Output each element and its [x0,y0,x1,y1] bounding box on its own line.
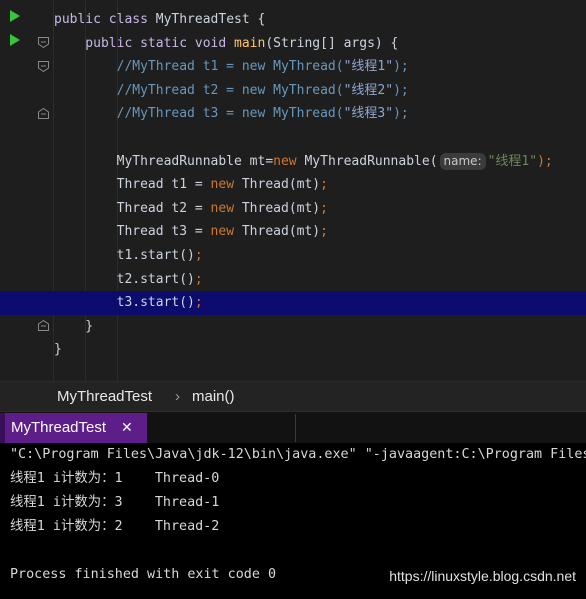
console-line: 线程1 i计数为：3 Thread-1 [10,495,220,510]
parameter-hint: name: [439,152,486,170]
run-tab[interactable]: MyThreadTest ✕ [0,413,147,443]
code-line[interactable]: Thread t1 = new Thread(mt); [0,173,586,197]
code-token: //MyThread t1 = new MyThread( [54,59,344,75]
code-token: new [210,200,242,216]
code-token: Thread t2 = [54,200,211,216]
code-token: new [210,177,242,193]
code-line[interactable]: Thread t3 = new Thread(mt); [0,220,586,244]
code-text: } [54,338,62,362]
code-line[interactable]: Thread t2 = new Thread(mt); [0,197,586,221]
console-line: 线程1 i计数为：1 Thread-0 [10,471,220,486]
code-text: public static void main(String[] args) { [54,32,398,56]
code-token: main [234,35,266,51]
code-token: "线程3" [343,106,394,122]
tab-accent [0,413,5,443]
run-tab-label: MyThreadTest [11,419,107,436]
code-token: //MyThread t2 = new MyThread( [54,82,344,98]
code-line[interactable]: //MyThread t1 = new MyThread("线程1"); [0,55,586,79]
code-token: ; [320,177,328,193]
code-line-current[interactable]: t3.start(); [0,291,586,316]
code-token: t1.start() [54,248,195,263]
code-token: } [54,318,94,334]
code-token: Thread(mt) [241,177,321,193]
code-line[interactable]: t2.start(); [0,268,586,292]
code-token: ; [194,248,203,263]
console-line: "C:\Program Files\Java\jdk-12\bin\java.e… [10,447,586,462]
code-token: "线程2" [343,82,394,98]
code-token: "线程1" [487,153,538,169]
code-token: ; [194,271,203,287]
code-line[interactable]: //MyThread t3 = new MyThread("线程3"); [0,102,586,126]
code-token: ); [537,153,553,169]
breadcrumb: MyThreadTest › main() [0,381,586,412]
code-text: public class MyThreadTest { [54,8,265,32]
code-token: Thread(mt) [241,200,321,216]
code-text: Thread t3 = new Thread(mt); [54,220,328,244]
console-line: 线程1 i计数为：2 Thread-2 [10,519,220,534]
code-token: new [273,153,305,169]
code-token: Thread t3 = [54,224,211,240]
code-text: //MyThread t1 = new MyThread("线程1"); [54,55,409,79]
code-token: public static void [54,35,235,51]
code-line[interactable]: //MyThread t2 = new MyThread("线程2"); [0,79,586,103]
code-token: ; [320,200,328,216]
breadcrumb-class[interactable]: MyThreadTest [57,382,152,412]
code-text: //MyThread t3 = new MyThread("线程3"); [54,102,409,126]
code-text: } [54,315,93,339]
code-token: new [210,224,242,240]
code-token: ); [393,59,409,75]
code-token: public class [54,12,156,27]
code-token: "线程1" [343,59,394,75]
code-token: MyThreadTest { [155,12,266,27]
code-line[interactable]: } [0,315,586,339]
console-line: Process finished with exit code 0 [10,567,277,582]
code-token: ); [393,82,409,98]
code-token: Thread t1 = [54,177,211,193]
code-token: } [54,342,62,358]
code-line[interactable]: MyThreadRunnable mt=new MyThreadRunnable… [0,150,586,174]
breadcrumb-separator: › [175,388,180,405]
code-line[interactable] [0,126,586,150]
code-text: MyThreadRunnable mt=new MyThreadRunnable… [54,150,553,174]
code-text: Thread t2 = new Thread(mt); [54,197,328,221]
code-token: MyThreadRunnable( [304,153,438,169]
tab-divider [295,414,296,442]
close-icon[interactable]: ✕ [121,413,133,443]
code-token: t3.start() [54,295,195,311]
code-token: MyThreadRunnable mt= [54,153,274,169]
code-token: (String[] args) { [265,35,399,51]
code-line[interactable]: public static void main(String[] args) { [0,32,586,56]
code-token: ; [194,295,203,311]
watermark: https://linuxstyle.blog.csdn.net [389,568,576,584]
code-text: t1.start(); [54,244,203,268]
code-text: Thread t1 = new Thread(mt); [54,173,328,197]
code-text: //MyThread t2 = new MyThread("线程2"); [54,79,409,103]
code-text: t3.start(); [54,291,203,315]
code-token: ; [320,224,328,240]
code-editor[interactable]: public class MyThreadTest { public stati… [0,0,586,381]
code-token: ); [393,106,409,122]
code-line[interactable]: } [0,338,586,362]
breadcrumb-method[interactable]: main() [192,382,235,412]
code-text: t2.start(); [54,268,203,292]
code-line[interactable]: t1.start(); [0,244,586,268]
code-token: //MyThread t3 = new MyThread( [54,106,344,122]
code-line[interactable]: public class MyThreadTest { [0,8,586,32]
code-token: t2.start() [54,271,195,287]
code-token: Thread(mt) [241,224,321,240]
run-tool-window-tabs: MyThreadTest ✕ [0,411,586,443]
